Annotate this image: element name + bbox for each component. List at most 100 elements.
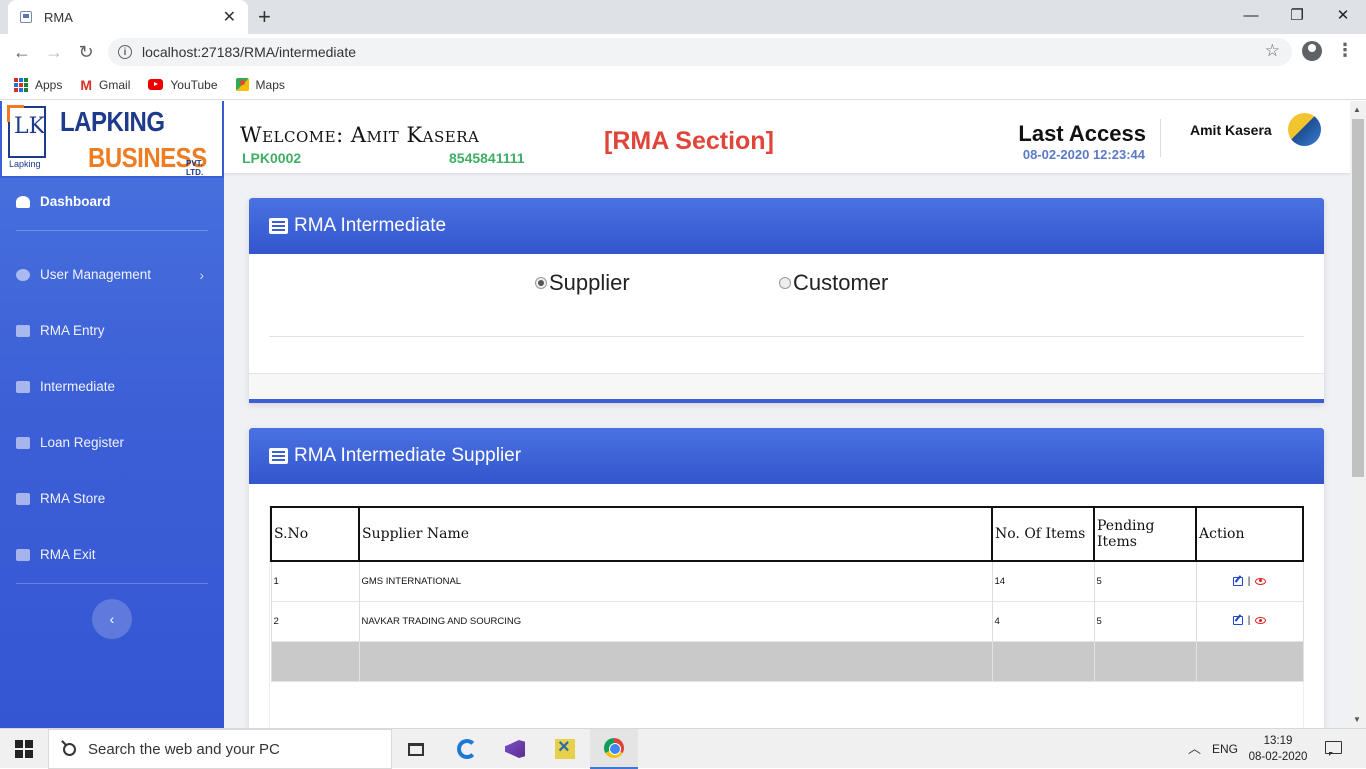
tray-chevron-up-icon[interactable]: ︿ [1188,738,1201,757]
column-header-action: Action [1195,506,1304,562]
customer-radio[interactable]: Customer [779,270,888,296]
browser-menu-icon[interactable]: ⋮ [1336,40,1354,61]
browser-tab[interactable]: RMA ✕ [8,0,248,34]
sidebar-item-rma-store[interactable]: RMA Store [16,491,210,506]
taskbar-app[interactable] [541,729,589,769]
column-header-sno[interactable]: S.No [270,506,360,562]
column-header-pending[interactable]: Pending Items [1093,506,1197,562]
windows-start-icon[interactable] [15,740,33,758]
chevron-left-icon: ‹ [109,611,115,627]
app-icon [555,736,575,759]
scroll-down-icon[interactable]: ▼ [1353,715,1361,724]
user-phone: 8545841111 [449,150,525,166]
sidebar-item-label: RMA Store [40,491,106,506]
close-window-button[interactable]: ✕ [1320,0,1366,30]
scroll-up-icon[interactable]: ▲ [1353,105,1361,114]
company-logo[interactable]: LK Lapking LAPKING BUSINESS PVT. LTD. [0,101,224,178]
view-eye-icon[interactable] [1255,617,1267,625]
sidebar-item-label: Dashboard [40,194,111,209]
view-eye-icon[interactable] [1255,577,1267,585]
sidebar-item-dashboard[interactable]: Dashboard [16,194,210,209]
list-icon [269,218,288,234]
sidebar-item-label: Loan Register [40,435,125,450]
cell-pending: 5 [1094,561,1197,602]
sidebar-collapse-button[interactable]: ‹ [92,599,132,639]
minimize-button[interactable]: — [1228,0,1274,30]
notification-icon[interactable] [1325,741,1342,756]
empty-cell [992,641,1095,682]
empty-cell [1094,641,1197,682]
edit-icon[interactable] [1232,616,1243,626]
gmail-icon: M [80,76,93,93]
visual-studio-icon [505,740,525,758]
list-icon [16,548,30,561]
rma-intermediate-card: RMA Intermediate Supplier Customer [249,198,1324,403]
app-page: LK Lapking LAPKING BUSINESS PVT. LTD. Da… [0,101,1350,728]
taskbar-chrome[interactable] [590,729,638,769]
taskbar-edge[interactable] [443,729,491,769]
address-bar[interactable]: i localhost:27183/RMA/intermediate ☆ [108,38,1292,66]
taskbar-search[interactable]: Search the web and your PC [48,729,392,769]
column-header-supplier-name[interactable]: Supplier Name [358,506,993,562]
avatar[interactable] [1288,113,1321,146]
browser-toolbar: ← → ↻ i localhost:27183/RMA/intermediate… [0,34,1366,70]
store-icon [16,492,30,505]
supplier-radio[interactable]: Supplier [535,270,630,296]
sidebar-item-loan-register[interactable]: Loan Register [16,435,210,450]
sidebar-item-user-management[interactable]: User Management › [16,267,210,283]
sidebar-item-rma-entry[interactable]: RMA Entry [16,323,210,338]
sidebar-item-label: User Management [40,267,152,282]
chrome-icon [604,738,624,758]
sidebar-item-rma-exit[interactable]: RMA Exit [16,547,210,562]
column-header-items[interactable]: No. Of Items [991,506,1095,562]
list-icon [269,448,288,464]
cell-sno: 2 [270,601,360,642]
cell-sno: 1 [270,561,360,602]
taskbar-clock[interactable]: 13:19 08-02-2020 [1246,733,1310,765]
user-menu-name[interactable]: Amit Kasera [1190,122,1272,138]
sidebar: LK Lapking LAPKING BUSINESS PVT. LTD. Da… [0,101,224,728]
list-icon [16,324,30,337]
forward-arrow-icon[interactable]: → [42,40,66,64]
scrollbar-thumb[interactable] [1352,119,1364,477]
logo-letters: LK [14,114,46,139]
site-info-icon[interactable]: i [118,45,132,59]
radio-unselected-icon[interactable] [779,277,791,289]
maps-icon [235,78,249,91]
bookmark-star-icon[interactable]: ☆ [1265,41,1280,61]
reload-icon[interactable]: ↻ [74,40,98,64]
card-footer [249,373,1324,399]
back-arrow-icon[interactable]: ← [10,40,34,64]
bookmark-label: Apps [35,77,63,92]
user-id: LPK0002 [242,150,302,166]
task-view-button[interactable] [392,729,440,769]
last-access-label: Last Access [1018,121,1146,146]
gear-icon [16,268,30,281]
url-text[interactable]: localhost:27183/RMA/intermediate [142,44,356,60]
card-title: RMA Intermediate Supplier [294,445,522,466]
bookmark-maps[interactable]: Maps [235,78,285,92]
bookmark-youtube[interactable]: YouTube [148,78,218,92]
table-row-empty [270,641,1304,682]
sidebar-item-intermediate[interactable]: Intermediate [16,379,210,394]
tab-close-icon[interactable]: ✕ [223,7,236,27]
table-header-row: S.No Supplier Name No. Of Items Pending … [270,506,1304,562]
profile-icon[interactable] [1302,41,1322,61]
supplier-table-wrapper: S.No Supplier Name No. Of Items Pending … [269,506,1304,728]
radio-selected-icon[interactable] [535,277,547,289]
language-indicator[interactable]: ENG [1212,742,1238,756]
taskbar-search-placeholder[interactable]: Search the web and your PC [88,741,280,758]
card-header: RMA Intermediate [249,198,1324,254]
briefcase-icon [16,380,30,393]
taskbar-visual-studio[interactable] [491,729,539,769]
bookmark-apps[interactable]: Apps [14,77,63,92]
new-tab-button[interactable]: + [258,4,271,30]
card-divider [269,336,1304,337]
cell-supplier-name: NAVKAR TRADING AND SOURCING [359,601,993,642]
page-scrollbar[interactable]: ▲ ▼ [1350,101,1366,728]
table-row: 2 NAVKAR TRADING AND SOURCING 4 5 | [270,601,1304,642]
maximize-button[interactable]: ❐ [1274,0,1320,30]
edit-icon[interactable] [1232,576,1243,586]
cell-supplier-name: GMS INTERNATIONAL [359,561,993,602]
bookmark-gmail[interactable]: M Gmail [80,77,130,93]
